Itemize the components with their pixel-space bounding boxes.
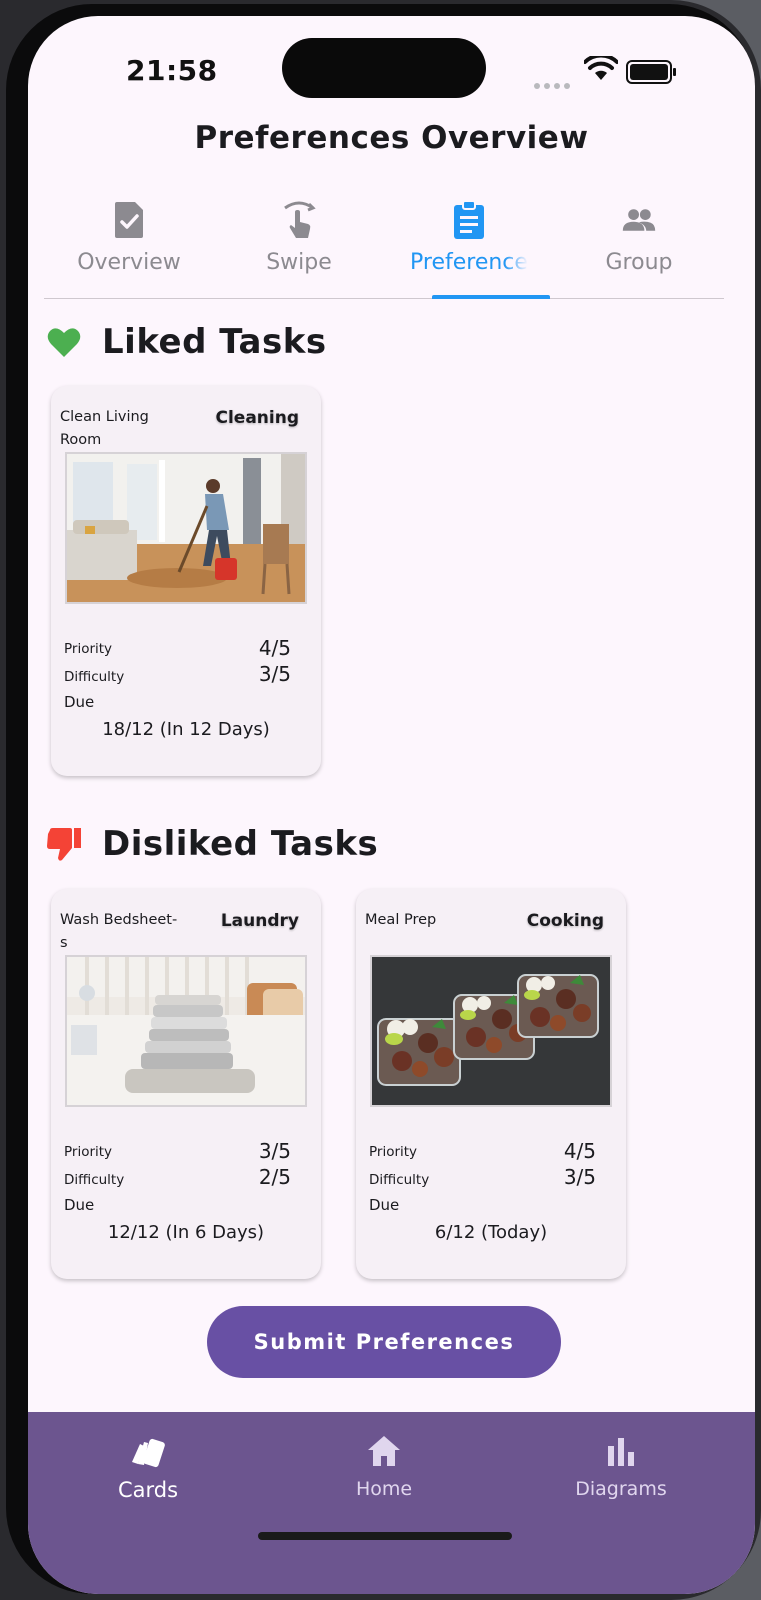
section-title: Liked Tasks (102, 322, 327, 362)
priority-value: 4/5 (258, 636, 291, 660)
thumbs-down-icon (47, 828, 81, 861)
app-screen: 21:58 Preferences Overview Overview Swip… (28, 16, 755, 1594)
priority-label: Priority (369, 1144, 418, 1160)
tab-label: Swipe (266, 250, 332, 275)
task-image-cleaning (65, 452, 307, 604)
due-label: Due (64, 693, 95, 711)
group-people-icon (622, 209, 656, 231)
home-icon (368, 1436, 400, 1466)
difficulty-label: Difficulty (64, 669, 125, 685)
task-card[interactable]: Wash Bedsheet-s Laundry Priority 3/5 Dif… (51, 889, 321, 1279)
difficulty-value: 3/5 (563, 1165, 596, 1189)
nav-label: Cards (117, 1478, 179, 1502)
nav-diagrams[interactable]: Diagrams (501, 1432, 741, 1500)
cellular-signal-icon (534, 74, 574, 93)
task-image-laundry (65, 955, 307, 1107)
bottom-navigation: Cards Home Diagrams (28, 1412, 755, 1594)
submit-preferences-button[interactable]: Submit Preferences (207, 1306, 561, 1378)
page-title: Preferences Overview (194, 120, 589, 156)
tab-label: Overview (77, 250, 181, 275)
difficulty-value: 3/5 (258, 662, 291, 686)
section-title: Disliked Tasks (102, 824, 379, 864)
due-label: Due (369, 1196, 400, 1214)
clipboard-list-icon (454, 200, 484, 239)
tab-label: Preferences (410, 250, 528, 275)
disliked-section-header: Disliked Tasks (46, 824, 378, 864)
difficulty-label: Difficulty (64, 1172, 125, 1188)
heart-icon (47, 328, 81, 357)
priority-value: 4/5 (563, 1139, 596, 1163)
nav-label: Home (355, 1478, 413, 1500)
tab-preferences[interactable]: Preferences (384, 196, 554, 298)
dynamic-island (282, 38, 486, 98)
phone-bezel: 21:58 Preferences Overview Overview Swip… (6, 4, 755, 1594)
bar-chart-icon (608, 1438, 634, 1466)
battery-icon (626, 60, 676, 84)
task-name: Wash Bedsheet-s (60, 912, 178, 951)
task-check-icon (115, 202, 143, 238)
nav-home[interactable]: Home (264, 1432, 504, 1500)
task-image-cooking (370, 955, 612, 1107)
nav-cards[interactable]: Cards (28, 1432, 268, 1502)
phone-frame: 21:58 Preferences Overview Overview Swip… (0, 0, 761, 1600)
task-name: Meal Prep (365, 912, 437, 928)
task-card[interactable]: Clean Living Room Cleaning Priority 4/5 … (51, 386, 321, 776)
tab-indicator (432, 295, 550, 299)
due-value: 12/12 (In 6 Days) (107, 1222, 265, 1243)
task-category: Cleaning (215, 408, 299, 428)
home-indicator[interactable] (258, 1532, 512, 1540)
due-value: 6/12 (Today) (434, 1222, 548, 1243)
tab-swipe[interactable]: Swipe (214, 196, 384, 298)
due-label: Due (64, 1196, 95, 1214)
difficulty-label: Difficulty (369, 1172, 430, 1188)
cards-icon (132, 1438, 165, 1468)
priority-label: Priority (64, 641, 113, 657)
task-category: Laundry (220, 911, 299, 931)
due-value: 18/12 (In 12 Days) (102, 719, 270, 740)
difficulty-value: 2/5 (258, 1165, 291, 1189)
status-time: 21:58 (126, 54, 218, 87)
liked-section-header: Liked Tasks (46, 322, 327, 362)
priority-label: Priority (64, 1144, 113, 1160)
tab-label: Group (605, 250, 673, 275)
task-card[interactable]: Meal Prep Cooking Priority 4/5 Difficult… (356, 889, 626, 1279)
tab-group[interactable]: Group (554, 196, 724, 298)
tab-overview[interactable]: Overview (44, 196, 214, 298)
priority-value: 3/5 (258, 1139, 291, 1163)
task-name: Clean Living Room (60, 409, 149, 448)
wifi-icon (584, 56, 618, 80)
tab-bar: Overview Swipe Preferences Group (44, 196, 724, 299)
swipe-gesture-icon (284, 201, 316, 238)
nav-label: Diagrams (575, 1478, 667, 1500)
task-category: Cooking (526, 911, 604, 931)
